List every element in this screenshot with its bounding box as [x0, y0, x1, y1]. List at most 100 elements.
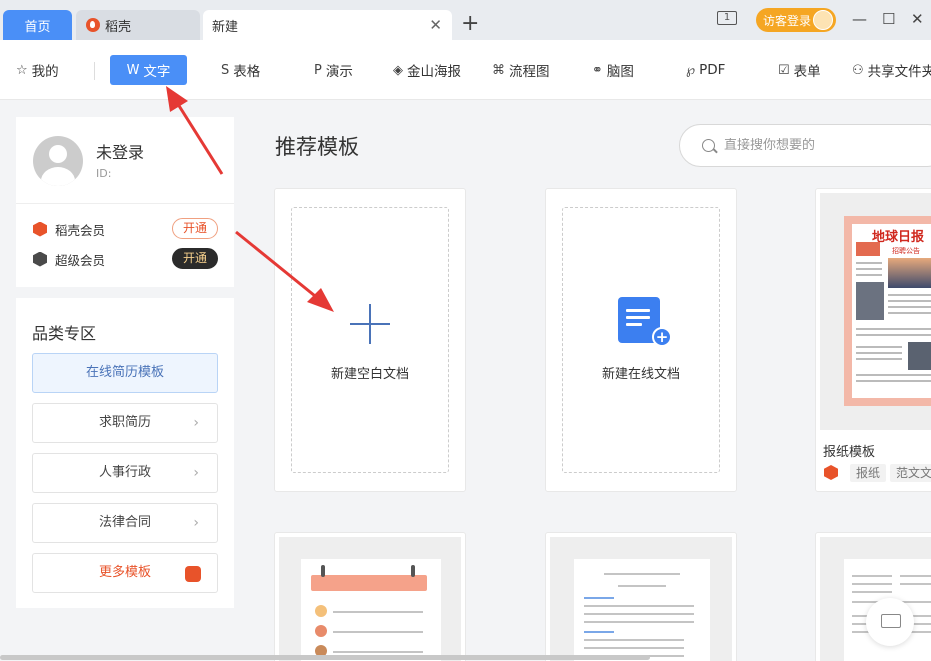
- search-input[interactable]: [724, 138, 924, 153]
- tab-home-label: 首页: [24, 19, 51, 35]
- toolbar-flowchart-label: 流程图: [509, 64, 550, 80]
- divider: [16, 203, 234, 204]
- title-bar: 首页 稻壳 新建 ✕ + 1 访客登录 — ☐ ✕: [0, 0, 931, 40]
- daoke-logo-icon: [86, 18, 100, 32]
- plus-icon: [369, 304, 371, 344]
- avatar-icon: [813, 10, 833, 30]
- category-item-label: 更多模板: [98, 565, 151, 580]
- toolbar-mindmap-label: 脑图: [606, 64, 634, 80]
- user-avatar[interactable]: [33, 136, 83, 186]
- poster-icon: ◈: [393, 62, 403, 78]
- category-online-resume[interactable]: 在线简历模板: [32, 353, 218, 393]
- newspaper-preview: 地球日报 招聘公告: [844, 216, 931, 406]
- tab-daoke[interactable]: 稻壳: [76, 10, 200, 40]
- visitor-login-label: 访客登录: [763, 13, 812, 28]
- chevron-right-icon: ›: [193, 465, 199, 481]
- newspaper-subtitle: 招聘公告: [892, 247, 920, 255]
- template-search[interactable]: [679, 124, 931, 167]
- toolbar-text[interactable]: W 文字: [110, 55, 187, 85]
- user-name[interactable]: 未登录: [96, 139, 144, 163]
- tag-essay[interactable]: 范文文档: [890, 464, 931, 482]
- user-panel: 未登录 ID: 稻壳会员 开通 超级会员 开通: [16, 117, 234, 287]
- newspaper-template-label: 报纸模板: [823, 445, 876, 460]
- search-icon: [702, 139, 715, 152]
- sheet-icon: S: [221, 62, 230, 78]
- open-super-member-button[interactable]: 开通: [172, 248, 218, 269]
- minimize-icon[interactable]: —: [852, 10, 867, 28]
- maximize-icon[interactable]: ☐: [882, 10, 895, 28]
- add-tab-icon[interactable]: +: [461, 11, 479, 36]
- toolbar-shared[interactable]: ⚇ 共享文件夹: [852, 55, 931, 85]
- toolbar-text-label: 文字: [143, 64, 171, 80]
- daoke-icon: [824, 465, 838, 480]
- toolbar-divider: [94, 62, 95, 80]
- toolbar-mine-label: 我的: [31, 64, 59, 80]
- category-job-resume[interactable]: 求职简历 ›: [32, 403, 218, 443]
- category-item-label: 求职简历: [98, 415, 151, 430]
- toolbar-sheet-label: 表格: [233, 64, 261, 80]
- toolbar-mine[interactable]: ☆ 我的: [16, 55, 59, 85]
- tab-daoke-label: 稻壳: [105, 19, 132, 35]
- page-count-icon[interactable]: 1: [717, 11, 737, 25]
- online-document-icon: +: [618, 297, 672, 347]
- category-hr-admin[interactable]: 人事行政 ›: [32, 453, 218, 493]
- new-blank-document-card[interactable]: 新建空白文档: [274, 188, 466, 492]
- daoke-badge-icon: [185, 566, 201, 582]
- close-tab-icon[interactable]: ✕: [429, 16, 442, 34]
- visitor-login-button[interactable]: 访客登录: [756, 8, 836, 32]
- template-card[interactable]: [815, 532, 931, 661]
- star-icon: ☆: [16, 62, 28, 78]
- main-toolbar: ☆ 我的 W 文字 S 表格 P 演示 ◈ 金山海报 ⌘ 流程图 ⚭ 脑图 ℘ PDF ☑ 表单 …: [0, 40, 931, 100]
- toolbar-form[interactable]: ☑ 表单: [778, 55, 821, 85]
- chevron-right-icon: ›: [193, 515, 199, 531]
- membership-super-label: 超级会员: [55, 252, 106, 268]
- shared-folder-icon: ⚇: [852, 62, 864, 78]
- toolbar-flowchart[interactable]: ⌘ 流程图: [492, 55, 550, 85]
- category-item-label: 法律合同: [98, 515, 151, 530]
- tab-new-label: 新建: [212, 19, 239, 35]
- close-window-icon[interactable]: ✕: [911, 10, 924, 28]
- user-id: ID:: [96, 167, 112, 180]
- new-online-document-card[interactable]: + 新建在线文档: [545, 188, 737, 492]
- horizontal-scrollbar[interactable]: [0, 655, 650, 660]
- new-blank-document-label: 新建空白文档: [330, 367, 409, 382]
- toolbar-form-label: 表单: [793, 64, 821, 80]
- tag-newspaper[interactable]: 报纸: [850, 464, 887, 482]
- toolbar-poster[interactable]: ◈ 金山海报: [393, 55, 461, 85]
- category-item-label: 人事行政: [98, 465, 151, 480]
- toolbar-slides[interactable]: P 演示: [314, 55, 353, 85]
- super-member-icon: [33, 251, 47, 267]
- daoke-member-icon: [33, 221, 47, 237]
- flowchart-icon: ⌘: [492, 62, 505, 78]
- toolbar-shared-label: 共享文件夹: [867, 64, 931, 80]
- category-legal-contract[interactable]: 法律合同 ›: [32, 503, 218, 543]
- toolbar-mindmap[interactable]: ⚭ 脑图: [592, 55, 634, 85]
- membership-daoke-label: 稻壳会员: [55, 222, 106, 238]
- newspaper-template-card[interactable]: 地球日报 招聘公告 报纸模板 报纸 范文文档: [815, 188, 931, 492]
- template-card[interactable]: [274, 532, 466, 661]
- category-panel: 品类专区 在线简历模板 求职简历 › 人事行政 › 法律合同 › 更多模板: [16, 298, 234, 608]
- toolbar-sheet[interactable]: S 表格: [221, 55, 260, 85]
- open-daoke-member-button[interactable]: 开通: [172, 218, 218, 239]
- slides-icon: P: [314, 62, 322, 78]
- page-title: 推荐模板: [275, 135, 359, 159]
- category-more-templates[interactable]: 更多模板: [32, 553, 218, 593]
- toolbar-pdf[interactable]: ℘ PDF: [686, 55, 725, 85]
- tab-new[interactable]: 新建 ✕: [203, 10, 452, 40]
- membership-super: 超级会员: [33, 249, 105, 269]
- tab-home[interactable]: 首页: [3, 10, 72, 40]
- membership-daoke: 稻壳会员: [33, 219, 105, 239]
- category-item-label: 在线简历模板: [85, 365, 164, 380]
- form-icon: ☑: [778, 62, 790, 78]
- template-thumbnail: [301, 559, 441, 661]
- toolbar-pdf-label: PDF: [699, 62, 726, 78]
- new-online-document-label: 新建在线文档: [601, 367, 680, 382]
- writer-icon: W: [126, 62, 140, 78]
- chevron-right-icon: ›: [193, 415, 199, 431]
- toolbar-poster-label: 金山海报: [407, 64, 461, 80]
- feedback-chat-icon[interactable]: [866, 598, 914, 646]
- toolbar-slides-label: 演示: [325, 64, 353, 80]
- template-card[interactable]: [545, 532, 737, 661]
- pdf-icon: ℘: [686, 62, 696, 78]
- template-thumbnail: [574, 559, 710, 661]
